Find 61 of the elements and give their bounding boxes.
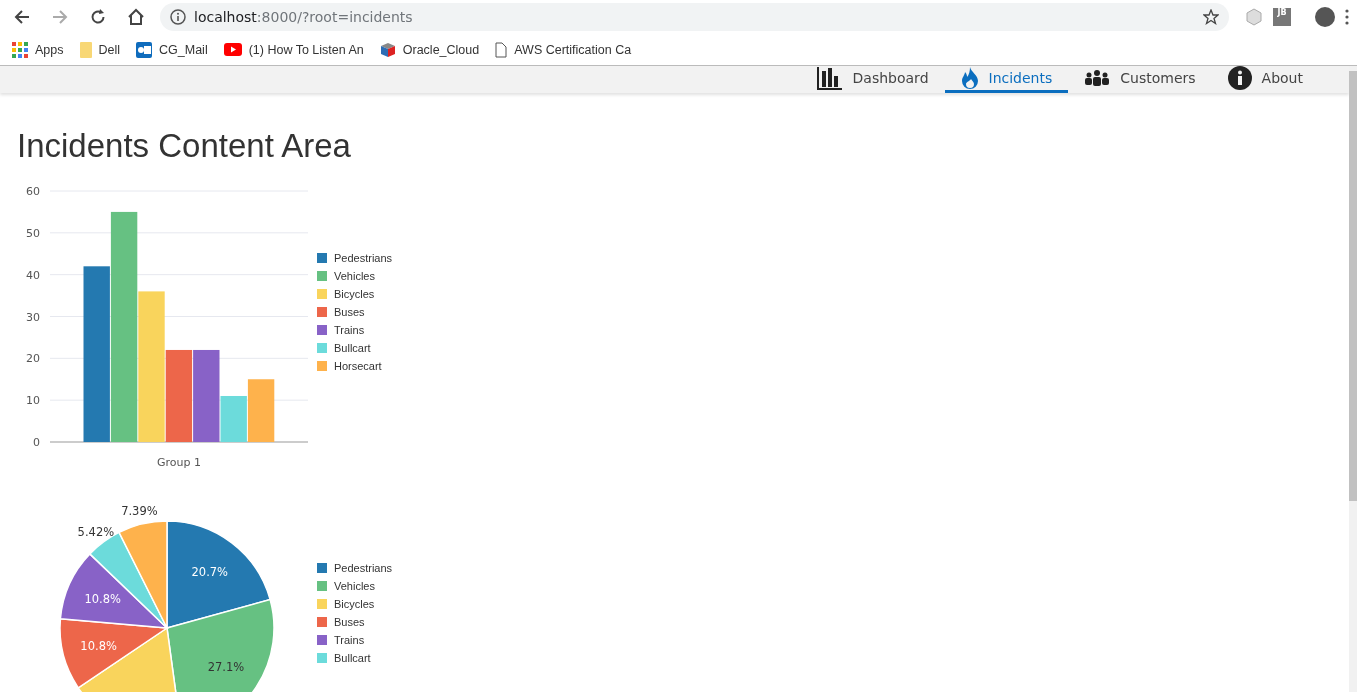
folder-icon	[79, 41, 92, 58]
legend-label: Pedestrians	[334, 252, 393, 264]
nav-tab[interactable]: About	[1211, 66, 1319, 93]
info-icon	[170, 9, 186, 25]
scrollbar-thumb[interactable]	[1349, 71, 1357, 501]
star-icon[interactable]	[1203, 9, 1219, 25]
scrollbar[interactable]	[1349, 66, 1357, 692]
url-path: :8000/?root=incidents	[256, 9, 413, 25]
slice-value-label: 10.8%	[84, 591, 121, 606]
axis-tick-label: 30	[26, 310, 40, 324]
slice-value-label: 5.42%	[77, 524, 115, 539]
bar-chart-icon	[816, 66, 843, 90]
nav-tab[interactable]: Customers	[1068, 66, 1212, 93]
legend-label: Trains	[334, 324, 365, 336]
legend-label: Buses	[334, 306, 365, 318]
nav-tab[interactable]: Incidents	[944, 66, 1069, 93]
flame-icon	[960, 66, 979, 90]
extension-icon[interactable]: JB	[1273, 8, 1291, 26]
menu-icon[interactable]	[1345, 9, 1349, 25]
axis-tick-label: 0	[33, 436, 40, 449]
axis-tick-label: 10	[26, 394, 40, 408]
people-group-icon	[1084, 69, 1111, 87]
bookmark-link[interactable]: CG_Mail	[136, 41, 208, 58]
page-title: Incidents Content Area	[17, 127, 352, 165]
axis-tick-label: 20	[26, 352, 40, 366]
cube-icon	[379, 41, 396, 58]
reload-icon	[90, 9, 106, 25]
bookmark-link[interactable]: Dell	[79, 41, 121, 58]
bookmark-link[interactable]: Apps	[12, 41, 64, 58]
home-icon	[127, 8, 145, 26]
legend-label: Buses	[334, 616, 365, 628]
bookmark-link[interactable]: Oracle_Cloud	[379, 41, 480, 58]
legend-label: Horsecart	[334, 360, 382, 372]
back-arrow-icon	[14, 9, 30, 25]
legend-label: Bullcart	[334, 342, 371, 354]
legend-label: Pedestrians	[334, 562, 393, 574]
mail-icon	[136, 41, 153, 58]
legend-label: Vehicles	[334, 580, 375, 592]
axis-tick-label: 60	[26, 185, 40, 198]
legend-label: Bullcart	[334, 652, 371, 664]
axis-tick-label: 40	[26, 268, 40, 282]
legend-label: Bicycles	[334, 288, 375, 300]
nav-tab[interactable]: Dashboard	[800, 66, 945, 93]
legend-label: Vehicles	[334, 270, 375, 282]
page-icon	[495, 41, 508, 58]
slice-value-label: 7.39%	[121, 504, 158, 519]
apps-grid-icon	[12, 41, 28, 58]
bookmark-link[interactable]: (1) How To Listen An	[223, 42, 364, 57]
legend-label: Trains	[334, 634, 365, 646]
slice-value-label: 27.1%	[207, 659, 245, 674]
play-icon	[223, 43, 242, 56]
legend-label: Bicycles	[334, 598, 375, 610]
forward-arrow-icon	[52, 9, 68, 25]
axis-tick-label: 50	[26, 226, 40, 240]
slice-value-label: 10.8%	[80, 638, 117, 653]
address-bar[interactable]: localhost:8000/?root=incidents	[160, 3, 1229, 31]
url-host: localhost	[194, 9, 257, 25]
slice-value-label: 20.7%	[191, 564, 229, 579]
bookmark-link[interactable]: AWS Certification Ca	[495, 41, 632, 58]
avatar[interactable]	[1315, 7, 1335, 27]
category-label: Group 1	[157, 456, 201, 469]
